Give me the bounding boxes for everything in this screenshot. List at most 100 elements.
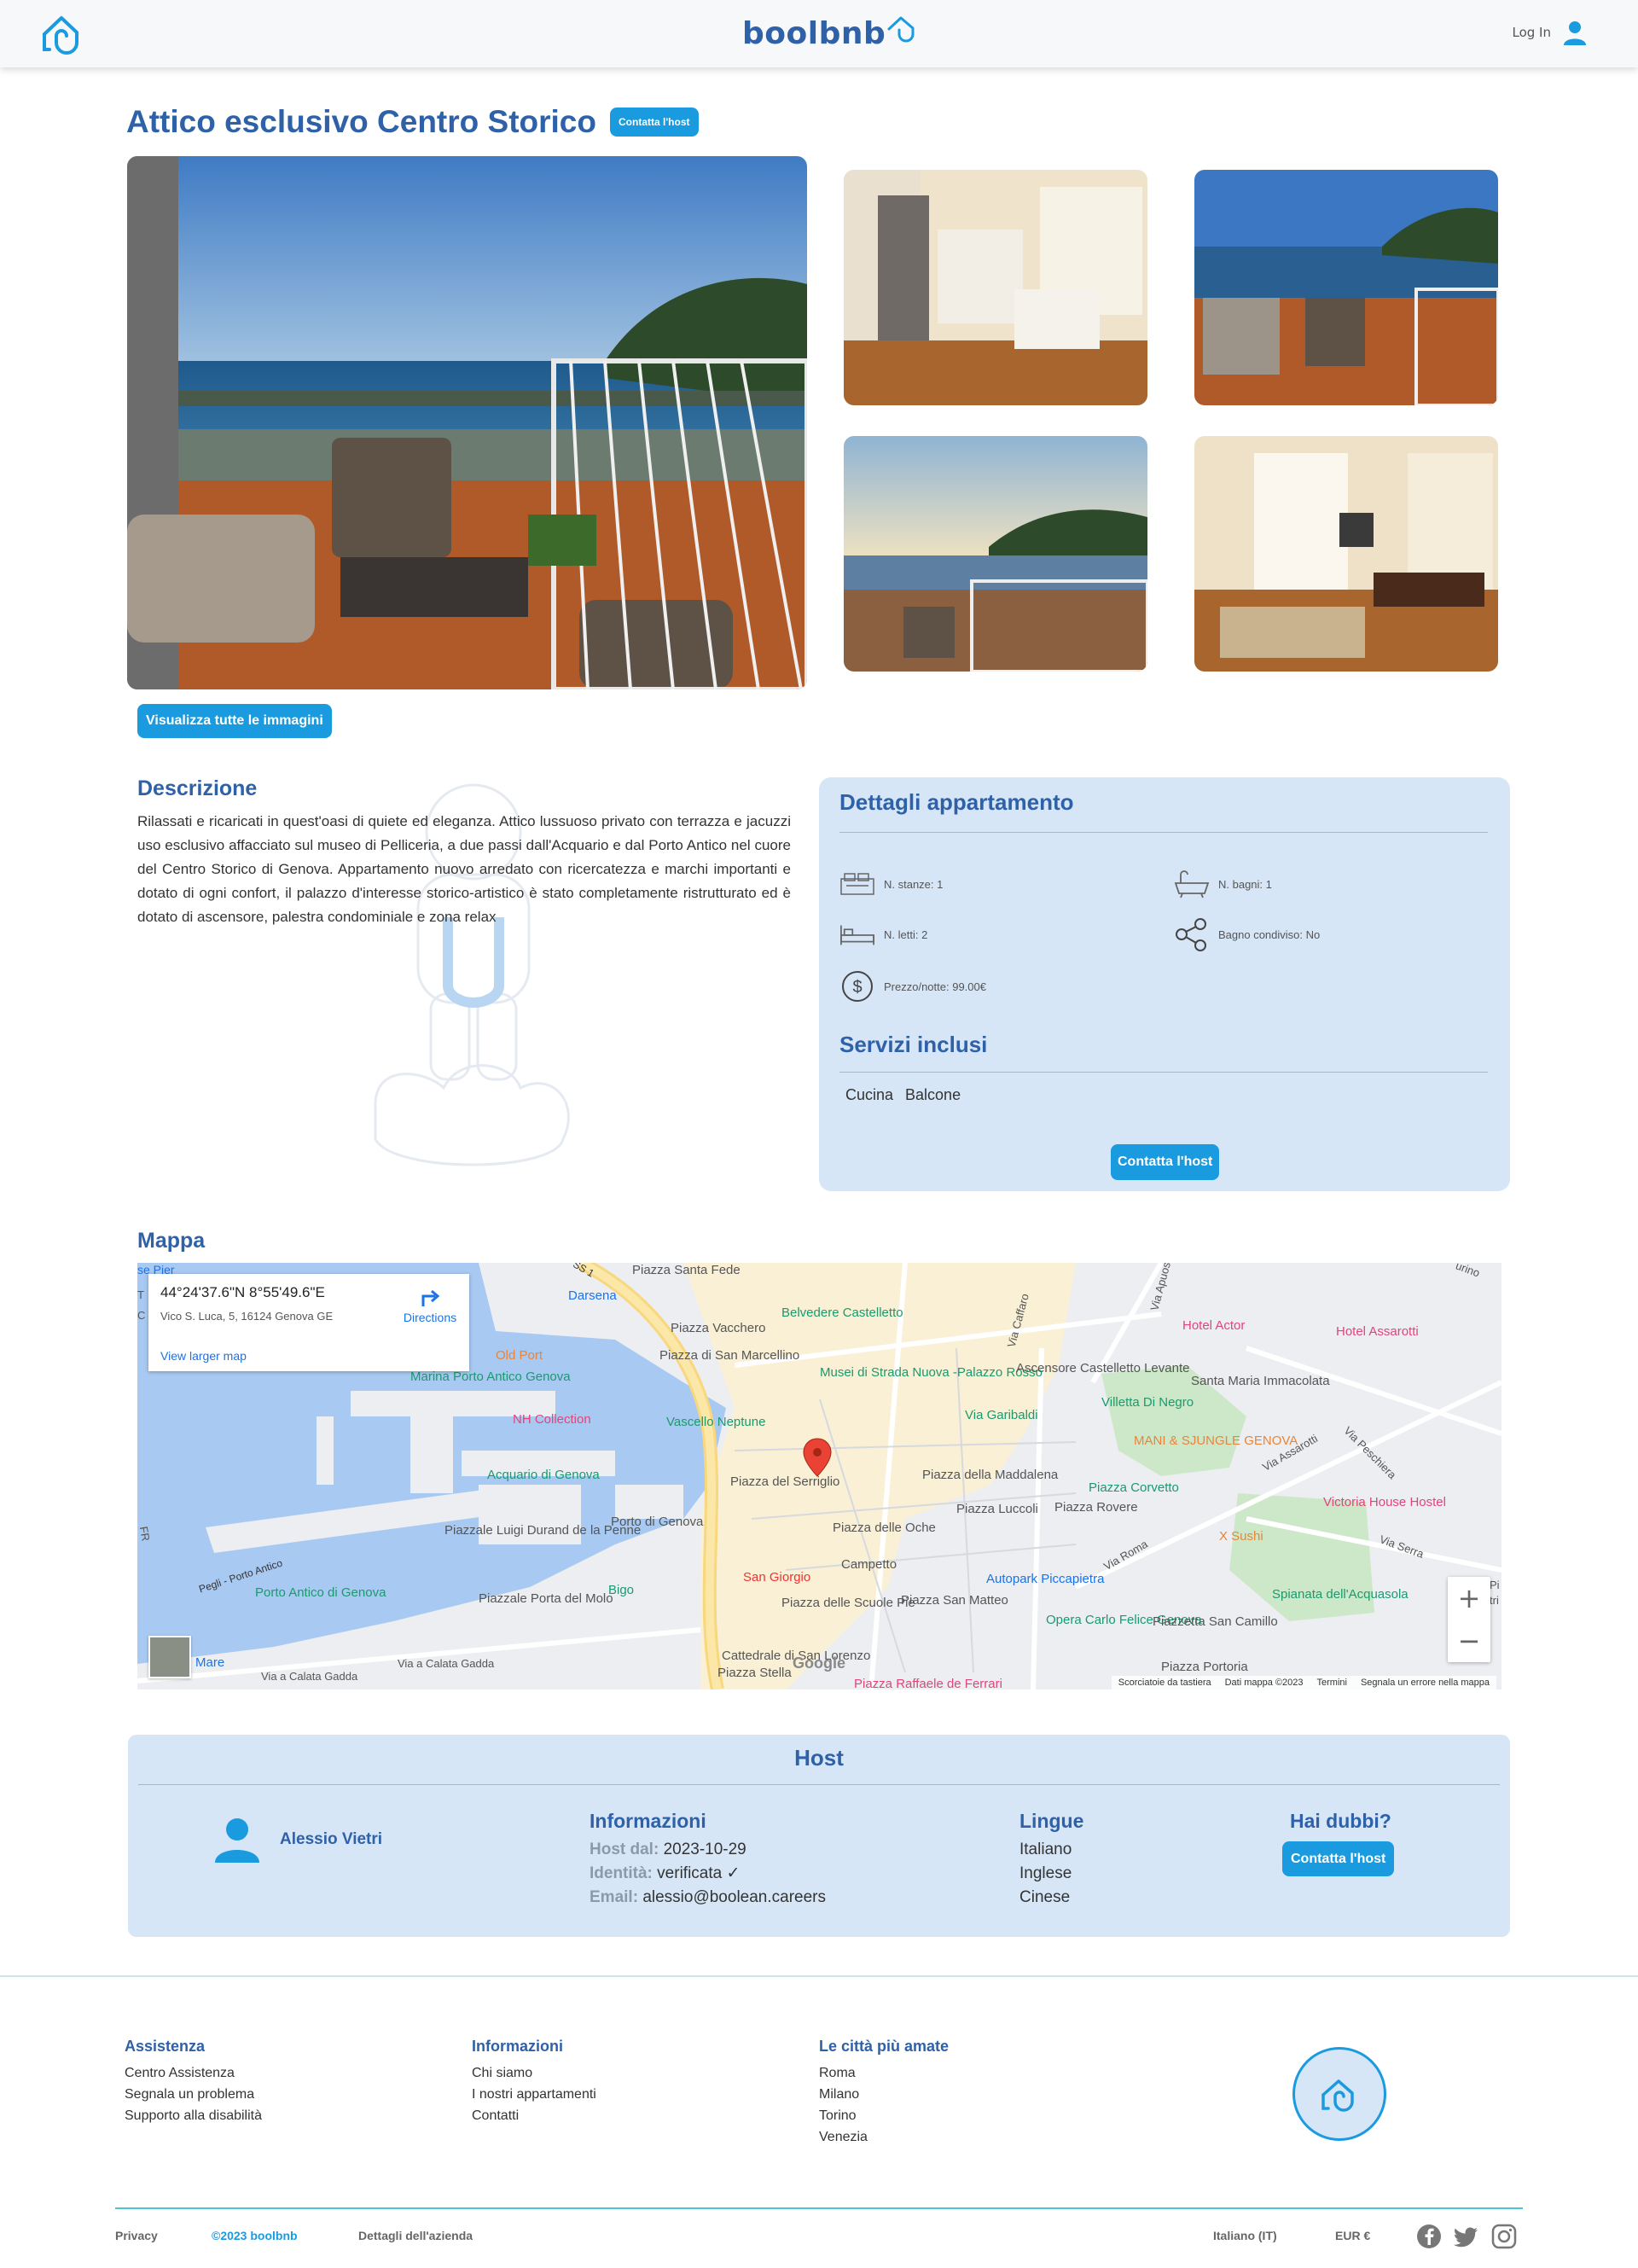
zoom-in-button[interactable]: +	[1448, 1577, 1490, 1620]
bathrooms-feature: N. bagni: 1	[1174, 866, 1272, 902]
price-label: Prezzo/notte: 99.00€	[884, 980, 986, 993]
description-section: Descrizione Rilassati e ricaricati in qu…	[137, 776, 791, 929]
map-title: Mappa	[137, 1229, 206, 1253]
map-label: Hotel Actor	[1182, 1318, 1246, 1333]
doubts-title: Hai dubbi?	[1290, 1810, 1391, 1832]
email-label: Email:	[590, 1888, 639, 1906]
map-label: Santa Maria Immacolata	[1191, 1374, 1330, 1388]
report-error-link[interactable]: Segnala un errore nella mappa	[1361, 1678, 1490, 1688]
terrace-photo[interactable]	[1194, 170, 1498, 405]
host-title: Host	[794, 1745, 844, 1771]
contact-host-button-details[interactable]: Contatta l'host	[1111, 1144, 1220, 1180]
map-label: X Sushi	[1219, 1529, 1263, 1544]
bathtub-icon	[1174, 866, 1210, 902]
location-pin-icon[interactable]	[803, 1438, 832, 1477]
footer-divider	[0, 1975, 1638, 1977]
company-details-link[interactable]: Dettagli dell'azienda	[358, 2229, 473, 2242]
listing-title-row: Attico esclusivo Centro Storico Contatta…	[126, 104, 699, 140]
divider	[839, 832, 1488, 833]
twitter-icon[interactable]	[1452, 2223, 1479, 2250]
host-card: Host Alessio Vietri Informazioni Host da…	[128, 1735, 1510, 1937]
map-label: Piazza Rovere	[1054, 1500, 1138, 1515]
footer-link[interactable]: Torino	[819, 2105, 949, 2126]
divider	[138, 1784, 1500, 1785]
footer-link[interactable]: Venezia	[819, 2126, 949, 2148]
terrace-sunset-photo[interactable]	[844, 436, 1147, 672]
footer-link[interactable]: Segnala un problema	[125, 2084, 262, 2105]
language-item: Cinese	[1019, 1888, 1071, 1906]
brand-logo[interactable]: boolbnb	[742, 12, 920, 55]
map-label: Piazza Vacchero	[671, 1321, 766, 1335]
host-avatar-icon	[215, 1818, 259, 1863]
bed-icon	[839, 916, 875, 952]
map-label: Hotel Assarotti	[1336, 1324, 1419, 1339]
map-label: MANI & SJUNGLE GENOVA	[1134, 1433, 1298, 1448]
footer-bottom-divider	[115, 2207, 1523, 2209]
price-feature: $ Prezzo/notte: 99.00€	[839, 968, 986, 1004]
privacy-link[interactable]: Privacy	[115, 2229, 158, 2242]
instagram-icon[interactable]	[1490, 2223, 1518, 2250]
keyboard-shortcuts-link[interactable]: Scorciatoie da tastiera	[1118, 1678, 1211, 1688]
contact-host-button-top[interactable]: Contatta l'host	[610, 108, 699, 137]
footer-heading: Informazioni	[472, 2038, 563, 2055]
user-icon	[1564, 21, 1586, 45]
details-title: Dettagli appartamento	[839, 789, 1074, 815]
host-since-label: Host dal:	[590, 1841, 659, 1858]
map-label: Piazza della Maddalena	[922, 1468, 1059, 1482]
main-photo[interactable]	[127, 156, 807, 689]
footer-cities-column: Le città più amate Roma Milano Torino Ve…	[819, 2038, 949, 2148]
currency-selector[interactable]: EUR €	[1335, 2229, 1370, 2242]
map-label: Via a Calata Gadda	[398, 1657, 495, 1670]
map-label: Piazza Luccoli	[956, 1502, 1038, 1516]
footer-link[interactable]: I nostri appartamenti	[472, 2084, 596, 2105]
footer-link[interactable]: Milano	[819, 2084, 949, 2105]
satellite-toggle[interactable]	[148, 1636, 191, 1678]
description-text: Rilassati e ricaricati in quest'oasi di …	[137, 813, 791, 925]
home-logo-icon[interactable]	[38, 10, 85, 58]
map-attribution: Scorciatoie da tastiera Dati mappa ©2023…	[1111, 1676, 1496, 1689]
services-list: Cucina Balcone	[845, 1086, 961, 1104]
map-label: Spianata dell'Acquasola	[1272, 1587, 1409, 1602]
footer-logo[interactable]	[1292, 2047, 1386, 2141]
map-label: T	[137, 1288, 144, 1301]
living-room-photo[interactable]	[1194, 436, 1498, 672]
map-address: Vico S. Luca, 5, 16124 Genova GE	[160, 1310, 334, 1323]
google-logo: Google	[793, 1654, 845, 1672]
login-button[interactable]: Log In	[1513, 19, 1589, 46]
terrace-sea-image	[127, 156, 807, 689]
footer-link[interactable]: Roma	[819, 2062, 949, 2084]
map-coordinates: 44°24'37.6"N 8°55'49.6"E	[160, 1284, 325, 1300]
view-all-images-button[interactable]: Visualizza tutte le immagini	[137, 704, 332, 738]
language-item: Inglese	[1019, 1864, 1072, 1882]
map-label: Campetto	[841, 1557, 897, 1572]
map-label: Belvedere Castelletto	[781, 1306, 903, 1320]
contact-host-button-bottom[interactable]: Contatta l'host	[1282, 1841, 1395, 1876]
map-data-label: Dati mappa ©2023	[1224, 1678, 1304, 1688]
beds-feature: N. letti: 2	[839, 916, 927, 952]
map-label: Acquario di Genova	[487, 1468, 600, 1482]
view-larger-map-link[interactable]: View larger map	[160, 1349, 247, 1363]
house-icon	[887, 16, 915, 43]
map-label: Piazza delle Oche	[833, 1521, 936, 1535]
kitchen-photo[interactable]	[844, 170, 1147, 405]
host-profile: Alessio Vietri	[213, 1816, 382, 1864]
sunset-image	[844, 436, 1147, 672]
map-label: Ascensore Castelletto Levante	[1016, 1361, 1190, 1375]
footer-link[interactable]: Chi siamo	[472, 2062, 596, 2084]
zoom-out-button[interactable]: −	[1448, 1620, 1490, 1662]
map-label: Piazza Santa Fede	[632, 1263, 741, 1277]
facebook-icon[interactable]	[1415, 2223, 1443, 2250]
zoom-controls: + −	[1448, 1577, 1490, 1662]
map-label: Vascello Neptune	[666, 1415, 766, 1429]
service-item: Cucina	[845, 1086, 894, 1103]
map-label: Piazza San Matteo	[901, 1593, 1008, 1608]
shared-bathroom-feature: Bagno condiviso: No	[1174, 916, 1320, 952]
terms-link[interactable]: Termini	[1317, 1678, 1347, 1688]
map-embed[interactable]: Piazza Santa Fede Darsena Belvedere Cast…	[137, 1263, 1502, 1689]
language-selector[interactable]: Italiano (IT)	[1213, 2229, 1277, 2242]
map-label: Piazzetta San Camillo	[1153, 1614, 1278, 1629]
footer-link[interactable]: Centro Assistenza	[125, 2062, 262, 2084]
directions-button[interactable]: Directions	[396, 1284, 464, 1324]
footer-link[interactable]: Contatti	[472, 2105, 596, 2126]
footer-link[interactable]: Supporto alla disabilità	[125, 2105, 262, 2126]
